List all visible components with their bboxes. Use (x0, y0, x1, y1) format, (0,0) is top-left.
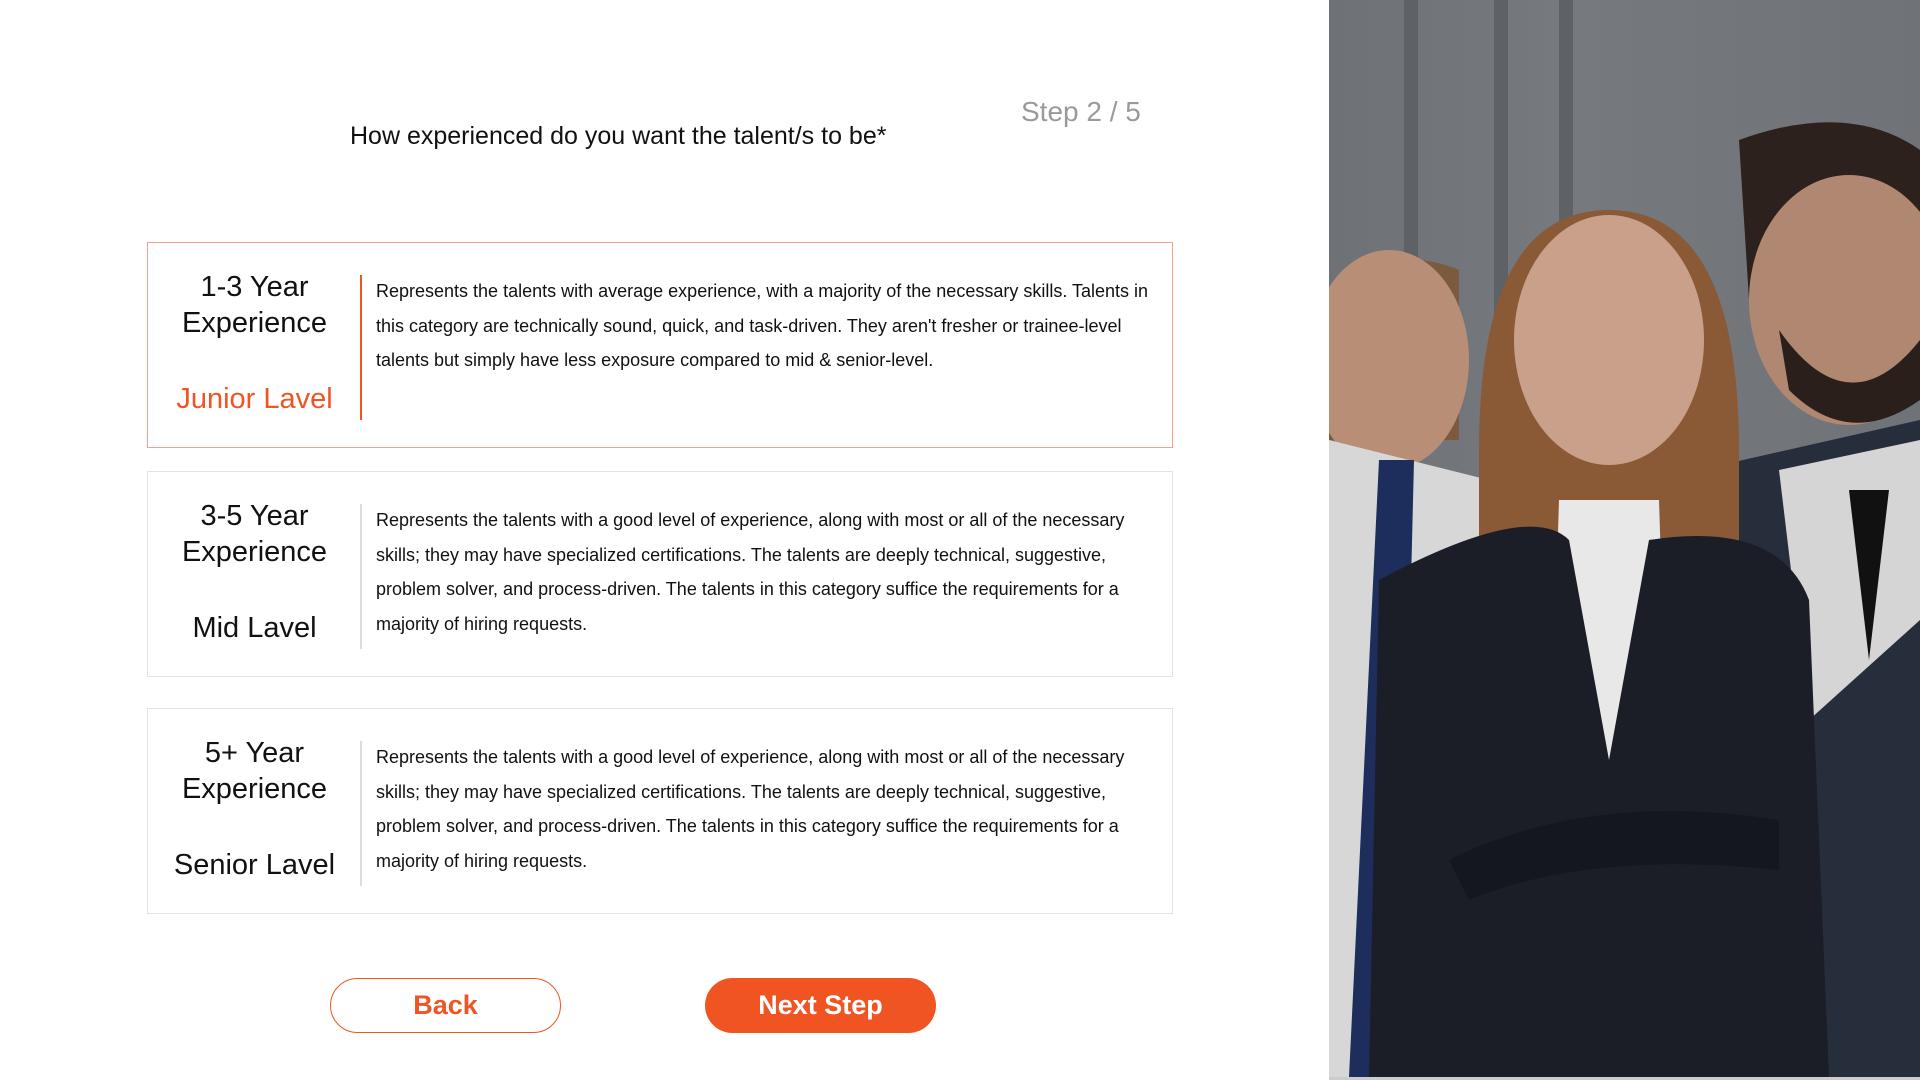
option-description: Represents the talents with a good level… (376, 747, 1125, 871)
team-photo (1329, 0, 1920, 1077)
title-line: Experience (181, 536, 328, 568)
title-line: Experience (181, 773, 328, 805)
divider (360, 741, 362, 886)
option-description: Represents the talents with average expe… (376, 281, 1149, 370)
option-title: 3-5 Year Experience (148, 498, 361, 570)
option-description: Represents the talents with a good level… (376, 510, 1125, 634)
question-heading: How experienced do you want the talent/s… (350, 122, 887, 150)
next-step-button[interactable]: Next Step (705, 978, 936, 1033)
option-junior-card[interactable]: 1-3 Year Experience Junior Lavel Represen… (147, 242, 1173, 448)
title-line: 1-3 Year (200, 271, 309, 303)
option-label: 5+ Year Experience Senior Lavel (148, 709, 361, 913)
option-title: 5+ Year Experience (148, 735, 361, 807)
step-indicator: Step 2 / 5 (1021, 96, 1141, 127)
divider (360, 275, 362, 420)
people-illustration (1329, 122, 1920, 1077)
option-level: Mid Lavel (192, 612, 317, 644)
title-line: Experience (181, 307, 328, 339)
option-senior-card[interactable]: 5+ Year Experience Senior Lavel Represent… (147, 708, 1173, 914)
divider (360, 504, 362, 649)
back-button[interactable]: Back (330, 978, 561, 1033)
option-level: Senior Lavel (173, 849, 336, 881)
title-line: 3-5 Year (200, 500, 309, 532)
option-label: 1-3 Year Experience Junior Lavel (148, 243, 361, 447)
option-label: 3-5 Year Experience Mid Lavel (148, 472, 361, 676)
title-line: 5+ Year (204, 737, 305, 769)
option-level: Junior Lavel (176, 383, 333, 415)
option-title: 1-3 Year Experience (148, 269, 361, 341)
option-mid-card[interactable]: 3-5 Year Experience Mid Lavel Represents … (147, 471, 1173, 677)
